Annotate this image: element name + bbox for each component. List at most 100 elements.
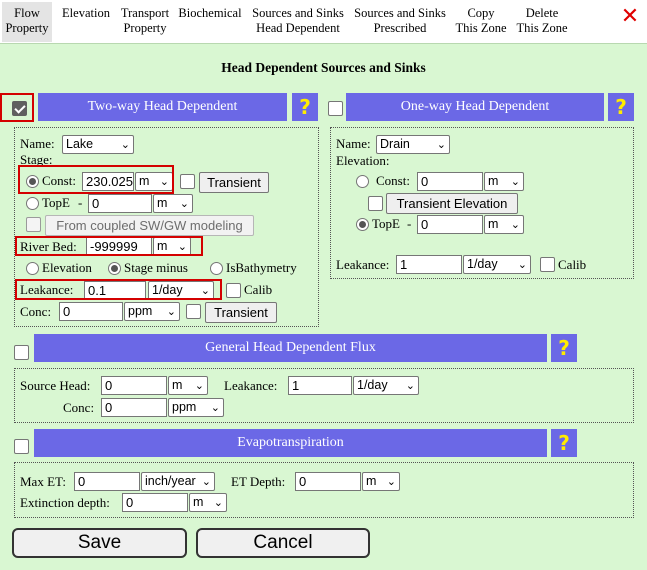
tab-copy-this-zone[interactable]: Copy This Zone xyxy=(453,6,509,36)
stage-tope-radio[interactable] xyxy=(26,197,39,210)
stage-transient-checkbox[interactable] xyxy=(180,174,195,189)
top-tab-bar: Flow Property Elevation Transport Proper… xyxy=(0,0,647,44)
one-way-name-select[interactable]: Drain ⌄ xyxy=(376,135,450,154)
ghd-conc-input[interactable]: 0 xyxy=(101,398,167,417)
chevron-down-icon: ⌄ xyxy=(194,379,204,392)
tab-sources-sinks-prescribed[interactable]: Sources and Sinks Prescribed xyxy=(351,6,449,36)
tab-label: Sources and Sinks xyxy=(252,6,344,20)
close-icon[interactable]: ✕ xyxy=(619,6,641,28)
coupled-button[interactable]: From coupled SW/GW modeling xyxy=(45,215,254,236)
transient-elevation-checkbox[interactable] xyxy=(368,196,383,211)
source-head-label: Source Head: xyxy=(20,378,91,393)
dash-label: - xyxy=(407,216,412,231)
ghd-leakance-unit-select[interactable]: 1/day ⌄ xyxy=(353,376,419,395)
et-depth-input[interactable]: 0 xyxy=(295,472,361,491)
et-depth-unit-select[interactable]: m ⌄ xyxy=(362,472,400,491)
et-depth-label: ET Depth: xyxy=(231,474,286,489)
tab-label: Property xyxy=(123,21,167,35)
max-et-input[interactable]: 0 xyxy=(74,472,140,491)
opt-elevation-label: Elevation xyxy=(42,260,92,275)
coupled-checkbox[interactable] xyxy=(26,217,41,232)
one-way-calib-checkbox[interactable] xyxy=(540,257,555,272)
conc-input[interactable]: 0 xyxy=(59,302,123,321)
one-way-leakance-input[interactable]: 1 xyxy=(396,255,462,274)
elev-const-input[interactable]: 0 xyxy=(417,172,483,191)
riverbed-stage-minus-radio[interactable] xyxy=(108,262,121,275)
ghd-help-icon[interactable]: ? xyxy=(551,334,577,362)
one-way-leakance-unit-select[interactable]: 1/day ⌄ xyxy=(463,255,531,274)
two-way-enable-checkbox[interactable] xyxy=(12,101,27,116)
select-value: m xyxy=(172,378,183,392)
tab-label: This Zone xyxy=(516,21,568,35)
chevron-down-icon: ⌄ xyxy=(405,379,415,392)
conc-transient-button[interactable]: Transient xyxy=(205,302,277,323)
leakance-input[interactable]: 0.1 xyxy=(84,281,146,300)
et-help-icon[interactable]: ? xyxy=(551,429,577,457)
tab-label: Head Dependent xyxy=(256,21,340,35)
tab-label: Elevation xyxy=(62,6,110,20)
tab-flow-property[interactable]: Flow Property xyxy=(2,2,52,42)
two-way-name-select[interactable]: Lake ⌄ xyxy=(62,135,134,154)
stage-tope-unit-select[interactable]: m ⌄ xyxy=(153,194,193,213)
tab-label: Delete xyxy=(525,6,559,20)
stage-const-radio[interactable] xyxy=(26,175,39,188)
extinction-depth-unit-select[interactable]: m ⌄ xyxy=(189,493,227,512)
tope-label: TopE xyxy=(42,195,70,210)
riverbed-elevation-radio[interactable] xyxy=(26,262,39,275)
one-way-enable-checkbox[interactable] xyxy=(328,101,343,116)
one-way-help-icon[interactable]: ? xyxy=(608,93,634,121)
max-et-unit-select[interactable]: inch/year ⌄ xyxy=(141,472,215,491)
two-way-help-icon[interactable]: ? xyxy=(292,93,318,121)
elev-tope-input[interactable]: 0 xyxy=(417,215,483,234)
ghd-conc-unit-select[interactable]: ppm ⌄ xyxy=(168,398,224,417)
chevron-down-icon: ⌄ xyxy=(213,496,223,509)
select-value: 1/day xyxy=(357,378,388,392)
transient-elevation-button[interactable]: Transient Elevation xyxy=(386,193,518,214)
stage-tope-input[interactable]: 0 xyxy=(88,194,152,213)
tab-label: This Zone xyxy=(455,21,507,35)
tab-label: Sources and Sinks xyxy=(354,6,446,20)
stage-transient-button[interactable]: Transient xyxy=(199,172,269,193)
opt-isbathymetry-label: IsBathymetry xyxy=(226,260,297,275)
tab-transport-property[interactable]: Transport Property xyxy=(118,6,172,36)
cancel-button[interactable]: Cancel xyxy=(196,528,370,558)
tab-biochemical[interactable]: Biochemical xyxy=(176,6,244,21)
riverbed-unit-select[interactable]: m ⌄ xyxy=(153,237,191,256)
stage-const-unit-select[interactable]: m ⌄ xyxy=(135,172,173,191)
tab-sources-sinks-head-dependent[interactable]: Sources and Sinks Head Dependent xyxy=(249,6,347,36)
save-button[interactable]: Save xyxy=(12,528,187,558)
leakance-label: Leakance: xyxy=(336,257,390,272)
riverbed-isbathymetry-radio[interactable] xyxy=(210,262,223,275)
tab-elevation[interactable]: Elevation xyxy=(58,6,114,21)
chevron-down-icon: ⌄ xyxy=(436,138,446,151)
elev-tope-unit-select[interactable]: m ⌄ xyxy=(484,215,524,234)
chevron-down-icon: ⌄ xyxy=(177,240,187,253)
select-value: m xyxy=(139,174,150,188)
opt-stage-minus-label: Stage minus xyxy=(124,260,188,275)
conc-transient-checkbox[interactable] xyxy=(186,304,201,319)
extinction-depth-input[interactable]: 0 xyxy=(122,493,188,512)
name-label: Name: xyxy=(336,136,371,151)
conc-unit-select[interactable]: ppm ⌄ xyxy=(124,302,180,321)
et-enable-checkbox[interactable] xyxy=(14,439,29,454)
tab-delete-this-zone[interactable]: Delete This Zone xyxy=(513,6,571,36)
leakance-calib-checkbox[interactable] xyxy=(226,283,241,298)
tab-label: Prescribed xyxy=(373,21,427,35)
source-head-unit-select[interactable]: m ⌄ xyxy=(168,376,208,395)
ghd-header: General Head Dependent Flux xyxy=(34,334,547,362)
select-value: Lake xyxy=(66,137,94,151)
elev-const-unit-select[interactable]: m ⌄ xyxy=(484,172,524,191)
tope-label: TopE xyxy=(372,216,400,231)
ghd-leakance-input[interactable]: 1 xyxy=(288,376,352,395)
select-value: m xyxy=(193,495,204,509)
source-head-input[interactable]: 0 xyxy=(101,376,167,395)
leakance-unit-select[interactable]: 1/day ⌄ xyxy=(148,281,214,300)
elev-tope-radio[interactable] xyxy=(356,218,369,231)
elev-const-radio[interactable] xyxy=(356,175,369,188)
select-value: m xyxy=(157,239,168,253)
riverbed-input[interactable]: -999999 xyxy=(86,237,152,256)
ghd-enable-checkbox[interactable] xyxy=(14,345,29,360)
calib-label: Calib xyxy=(244,282,273,297)
chevron-down-icon: ⌄ xyxy=(517,258,527,271)
stage-const-input[interactable]: 230.025 xyxy=(82,172,134,191)
